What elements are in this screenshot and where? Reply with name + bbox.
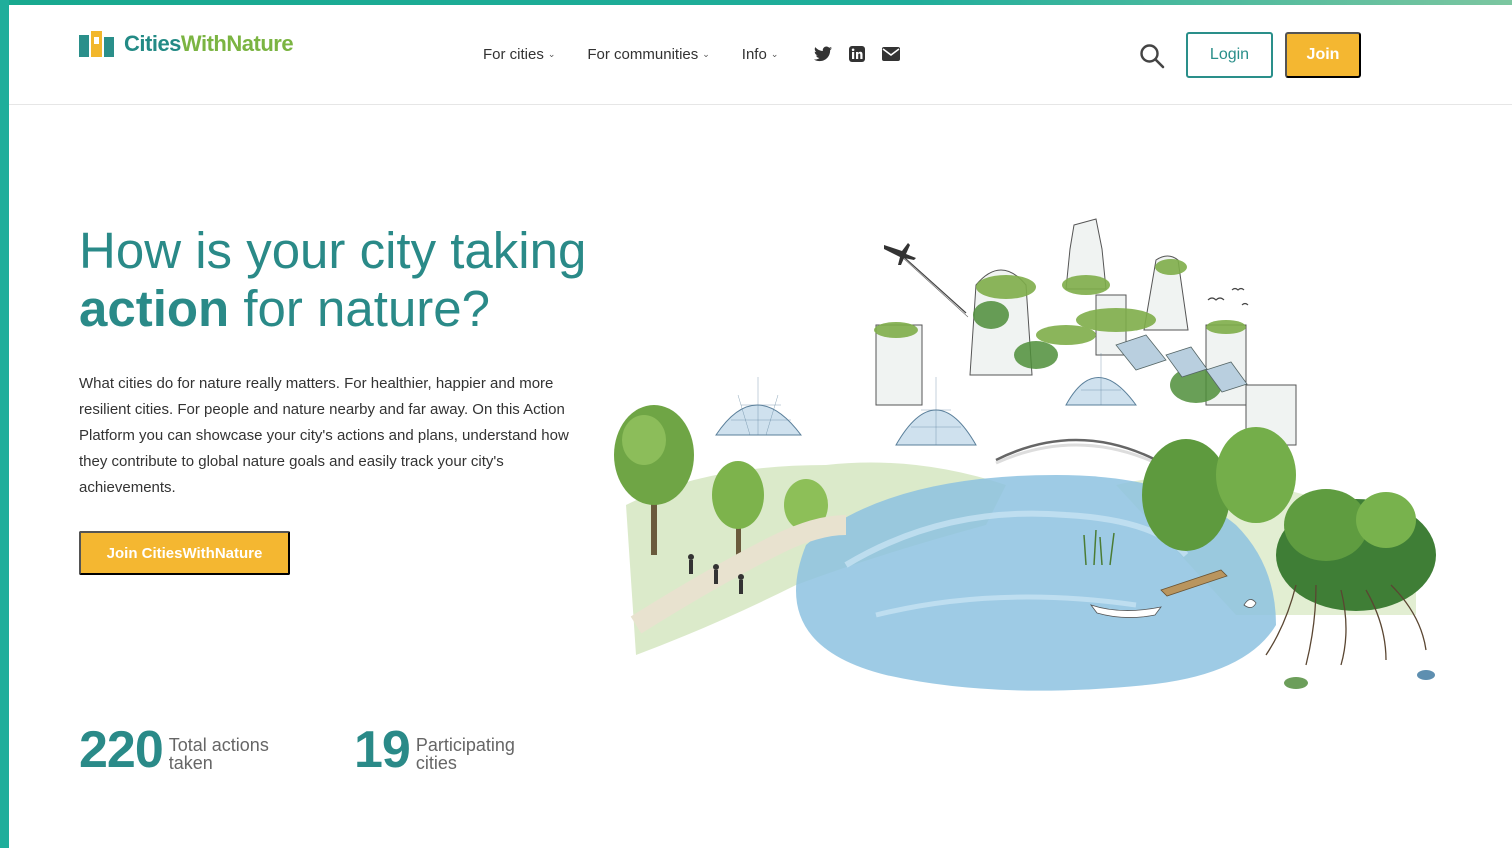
social-links	[814, 45, 916, 63]
stat-label: Total actions taken	[168, 735, 269, 773]
hero-title: How is your city taking action for natur…	[79, 222, 619, 338]
stat-label: Participating cities	[415, 735, 515, 773]
nav-item-for-communities[interactable]: For communities ⌄	[587, 46, 709, 63]
linkedin-icon[interactable]	[848, 45, 866, 63]
hero-city-nature-illustration	[614, 218, 1436, 691]
chevron-down-icon: ⌄	[547, 48, 556, 59]
stat-value: 220	[79, 721, 164, 779]
hero-title-rest: for nature?	[229, 280, 491, 337]
email-icon[interactable]	[882, 45, 901, 63]
logo-text-part1: Cities	[124, 31, 181, 56]
search-icon[interactable]	[1139, 43, 1165, 69]
stat-value: 19	[354, 721, 411, 779]
hero-title-bold: action	[79, 280, 230, 337]
nav-item-label: For communities	[587, 45, 699, 63]
twitter-icon[interactable]	[814, 45, 833, 63]
nav-item-label: Info	[741, 45, 767, 63]
chevron-down-icon: ⌄	[770, 48, 779, 59]
stat-participating-cities: 19 Participating cities	[354, 722, 546, 778]
login-button[interactable]: Login	[1186, 32, 1273, 78]
join-citieswithnature-button[interactable]: Join CitiesWithNature	[79, 531, 290, 575]
stat-total-actions: 220 Total actions taken	[79, 722, 299, 778]
site-header: CitiesWithNature For cities ⌄ For commun…	[9, 5, 1512, 105]
logo-mark-icon	[79, 29, 117, 59]
nav-item-label: For cities	[483, 45, 544, 63]
logo-text: CitiesWithNature	[124, 31, 294, 57]
site-logo[interactable]: CitiesWithNature	[79, 29, 294, 59]
nav-item-info[interactable]: Info ⌄	[742, 46, 779, 63]
join-button[interactable]: Join	[1285, 32, 1361, 78]
airplane-icon	[884, 243, 969, 318]
left-accent-bar	[0, 0, 9, 848]
main-nav: For cities ⌄ For communities ⌄ Info ⌄	[483, 45, 916, 63]
nav-item-for-cities[interactable]: For cities ⌄	[483, 46, 555, 63]
chevron-down-icon: ⌄	[702, 48, 710, 59]
hero-description: What cities do for nature really matters…	[79, 375, 569, 496]
hero-title-line1: How is your city taking	[79, 222, 587, 279]
logo-text-part2: WithNature	[180, 31, 294, 56]
